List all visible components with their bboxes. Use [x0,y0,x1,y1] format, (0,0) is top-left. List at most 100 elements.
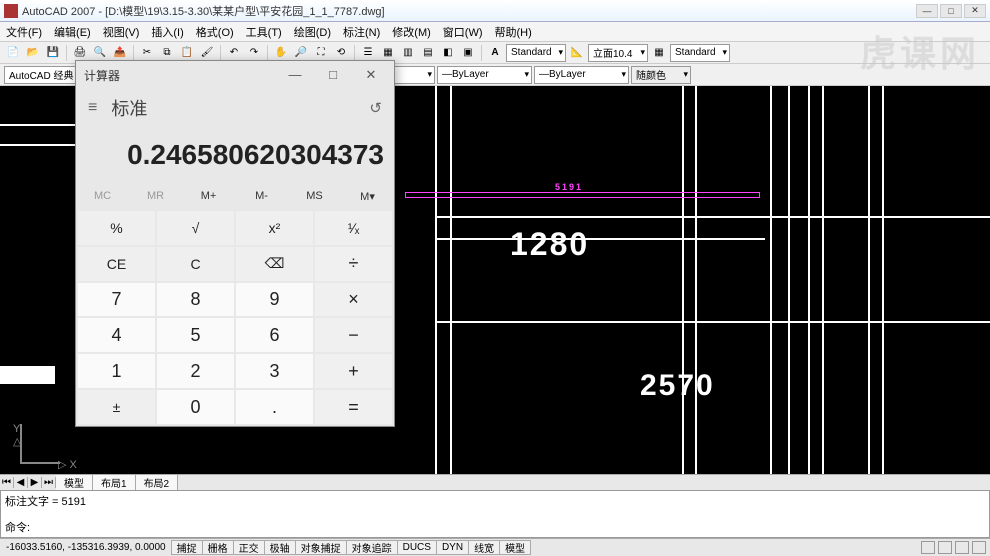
copy-icon[interactable]: ⧉ [158,44,176,62]
tray-icon-2[interactable] [938,541,952,554]
cut-icon[interactable]: ✂ [138,44,156,62]
menu-tools[interactable]: 工具(T) [240,24,288,40]
tab-next[interactable]: ▶ [28,477,42,488]
zoom-icon[interactable]: 🔎 [292,44,310,62]
ducs-toggle[interactable]: DUCS [397,540,437,555]
calc-history-icon[interactable]: ↺ [369,99,382,117]
minimize-button[interactable]: — [916,4,938,18]
dimstyle-select[interactable]: 立面10.4 [588,44,648,62]
menu-dim[interactable]: 标注(N) [337,24,386,40]
menu-draw[interactable]: 绘图(D) [288,24,337,40]
polar-toggle[interactable]: 极轴 [264,540,296,555]
calc-mdrop[interactable]: M▾ [341,183,394,209]
key-8[interactable]: 8 [157,283,234,317]
new-icon[interactable]: 📄 [4,44,22,62]
calc-min-button[interactable]: — [280,67,310,83]
tab-layout2[interactable]: 布局2 [136,475,179,490]
key-9[interactable]: 9 [236,283,313,317]
text-icon[interactable]: A [486,44,504,62]
calc-mr[interactable]: MR [129,183,182,209]
props-icon[interactable]: ☰ [359,44,377,62]
key-backspace[interactable]: ⌫ [236,247,313,281]
key-multiply[interactable]: × [315,283,392,317]
key-dot[interactable]: . [236,390,313,424]
calc-max-button[interactable]: □ [318,67,348,83]
calc-icon[interactable]: ▣ [459,44,477,62]
ssm-icon[interactable]: ▤ [419,44,437,62]
markup-icon[interactable]: ◧ [439,44,457,62]
textstyle-select[interactable]: Standard [506,44,566,62]
key-percent[interactable]: % [78,211,155,245]
snap-toggle[interactable]: 捕捉 [171,540,203,555]
key-4[interactable]: 4 [78,318,155,352]
tab-model[interactable]: 模型 [56,475,93,490]
key-square[interactable]: x² [236,211,313,245]
menu-edit[interactable]: 编辑(E) [48,24,97,40]
zoomwin-icon[interactable]: ⛶ [312,44,330,62]
key-6[interactable]: 6 [236,318,313,352]
menu-view[interactable]: 视图(V) [97,24,146,40]
menu-insert[interactable]: 插入(I) [145,24,189,40]
open-icon[interactable]: 📂 [24,44,42,62]
model-toggle[interactable]: 模型 [499,540,531,555]
calc-close-button[interactable]: ✕ [356,67,386,83]
match-icon[interactable]: 🖌 [198,44,216,62]
calc-menu-icon[interactable]: ≡ [88,99,97,117]
key-divide[interactable]: ÷ [315,247,392,281]
paste-icon[interactable]: 📋 [178,44,196,62]
pan-icon[interactable]: ✋ [272,44,290,62]
menu-modify[interactable]: 修改(M) [386,24,437,40]
tablestyle-select[interactable]: Standard [670,44,730,62]
preview-icon[interactable]: 🔍 [91,44,109,62]
key-add[interactable]: + [315,354,392,388]
ortho-toggle[interactable]: 正交 [233,540,265,555]
tray-icon-3[interactable] [955,541,969,554]
command-input[interactable] [34,521,985,533]
key-sqrt[interactable]: √ [157,211,234,245]
redo-icon[interactable]: ↷ [245,44,263,62]
lwt-toggle[interactable]: 线宽 [468,540,500,555]
tp-icon[interactable]: ▥ [399,44,417,62]
zoomprev-icon[interactable]: ⟲ [332,44,350,62]
linetype-select[interactable]: — ByLayer [437,66,532,84]
key-0[interactable]: 0 [157,390,234,424]
dc-icon[interactable]: ▦ [379,44,397,62]
key-ce[interactable]: CE [78,247,155,281]
menu-help[interactable]: 帮助(H) [489,24,538,40]
publish-icon[interactable]: 📤 [111,44,129,62]
key-3[interactable]: 3 [236,354,313,388]
key-subtract[interactable]: − [315,318,392,352]
tab-layout1[interactable]: 布局1 [93,475,136,490]
tab-prev[interactable]: ◀ [14,477,28,488]
plotstyle-select[interactable]: 随颜色 [631,66,691,84]
key-equals[interactable]: = [315,390,392,424]
calc-ms[interactable]: MS [288,183,341,209]
key-7[interactable]: 7 [78,283,155,317]
key-c[interactable]: C [157,247,234,281]
calc-mminus[interactable]: M- [235,183,288,209]
close-button[interactable]: ✕ [964,4,986,18]
key-5[interactable]: 5 [157,318,234,352]
key-inverse[interactable]: ¹∕ₓ [315,211,392,245]
key-1[interactable]: 1 [78,354,155,388]
undo-icon[interactable]: ↶ [225,44,243,62]
osnap-toggle[interactable]: 对象捕捉 [295,540,347,555]
key-negate[interactable]: ± [78,390,155,424]
menu-file[interactable]: 文件(F) [0,24,48,40]
key-2[interactable]: 2 [157,354,234,388]
maximize-button[interactable]: □ [940,4,962,18]
otrack-toggle[interactable]: 对象追踪 [346,540,398,555]
tray-icon-4[interactable] [972,541,986,554]
tray-icon-1[interactable] [921,541,935,554]
calc-mc[interactable]: MC [76,183,129,209]
grid-toggle[interactable]: 栅格 [202,540,234,555]
table-icon[interactable]: ▦ [650,44,668,62]
tab-first[interactable]: ⏮ [0,477,14,488]
calc-mplus[interactable]: M+ [182,183,235,209]
calc-titlebar[interactable]: 计算器 — □ ✕ [76,61,394,89]
tab-last[interactable]: ⏭ [42,477,56,488]
command-window[interactable]: 标注文字 = 5191 命令: [0,490,990,538]
save-icon[interactable]: 💾 [44,44,62,62]
print-icon[interactable]: 🖨 [71,44,89,62]
menu-format[interactable]: 格式(O) [190,24,240,40]
